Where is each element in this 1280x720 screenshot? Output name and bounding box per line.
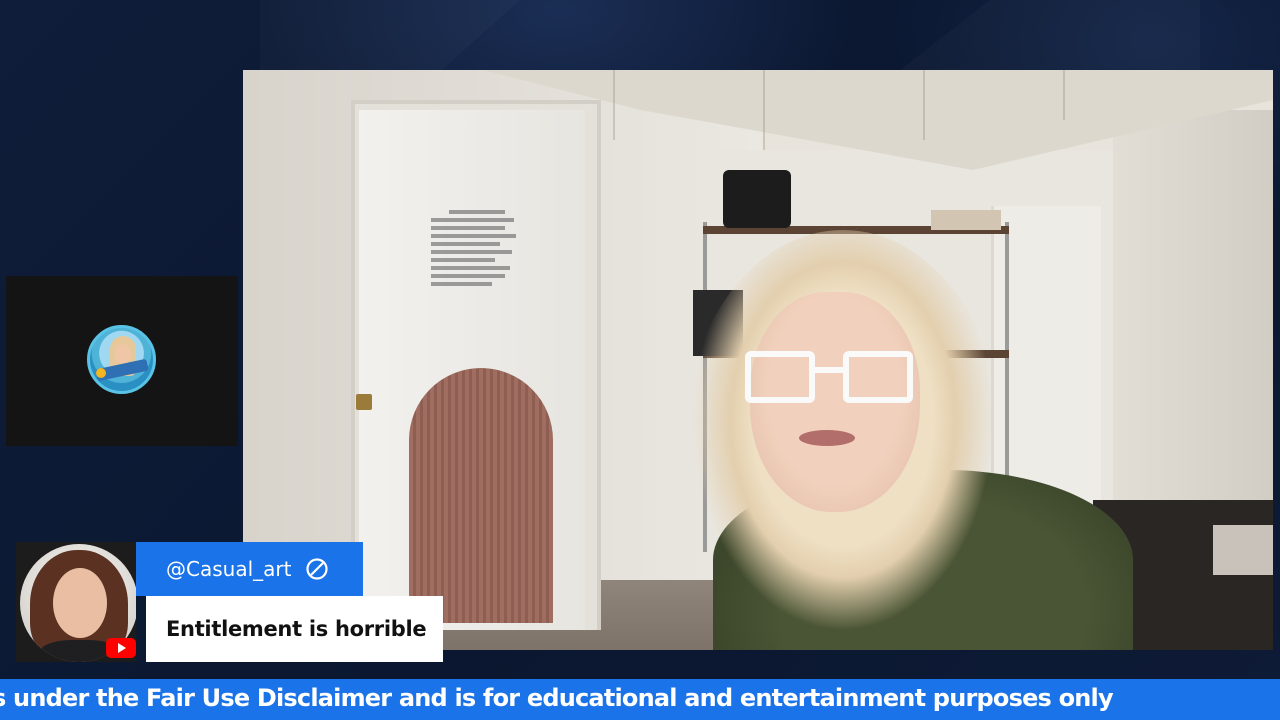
guest-avatar [87,325,156,394]
disclaimer-ticker: s under the Fair Use Disclaimer and is f… [0,679,1280,720]
avatar-face [115,344,131,364]
host-video-feed [243,70,1273,650]
wall-plaque [431,206,523,316]
ceiling-tile-line [1063,70,1065,120]
avatar-flower [96,368,106,378]
chat-message-box: Entitlement is horrible [146,596,443,662]
shelf-box [931,210,1001,230]
arched-door-panel [409,368,553,623]
storage-boxes [1213,525,1273,575]
chat-message-text: Entitlement is horrible [166,617,427,641]
speaker [723,170,791,228]
ceiling-tile-line [613,70,615,140]
chat-username: @Casual_art [166,557,292,581]
ticker-text: s under the Fair Use Disclaimer and is f… [0,684,1114,712]
youtube-icon [106,638,136,658]
door-hinge [356,394,372,410]
chat-username-bar: @Casual_art [136,542,363,596]
ceiling-tile-line [763,70,765,150]
ceiling-tile-line [923,70,925,140]
host-mouth [799,430,855,446]
host-glasses [745,351,915,405]
ban-icon [306,558,329,580]
